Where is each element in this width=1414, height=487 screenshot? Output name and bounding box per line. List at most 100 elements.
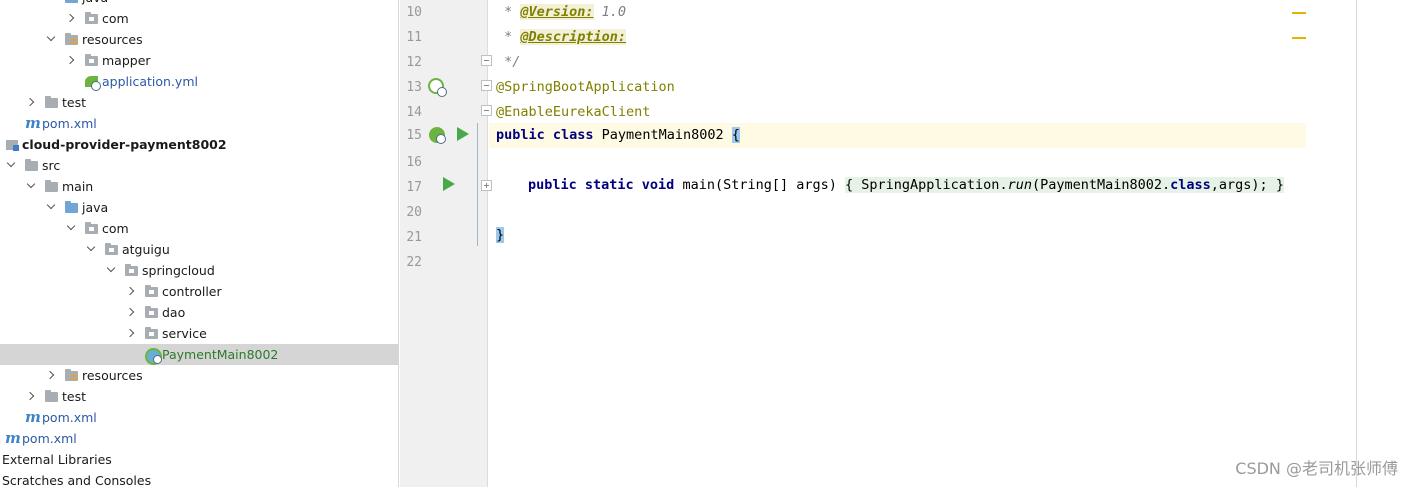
code-line-10[interactable]: * @Version: 1.0 (496, 0, 626, 25)
code-line-11[interactable]: * @Description: (496, 25, 627, 50)
tree-item-label: main (62, 179, 94, 194)
tree-item-label: Scratches and Consoles (2, 473, 152, 487)
chevron-right-icon[interactable] (24, 386, 38, 407)
tree-item-test-2[interactable]: test (0, 386, 398, 407)
tree-item-atguigu[interactable]: atguigu (0, 239, 398, 260)
tree-item-pom-xml-2[interactable]: m pom.xml (0, 407, 398, 428)
brace-match: } (496, 227, 505, 243)
tree-item-label: atguigu (122, 242, 170, 257)
tree-item-label: springcloud (142, 263, 215, 278)
tree-item-label: resources (82, 32, 143, 47)
tree-item-module[interactable]: cloud-provider-payment8002 (0, 134, 398, 155)
comment-text: * (496, 29, 521, 45)
chevron-down-icon[interactable] (44, 29, 58, 50)
chevron-down-icon[interactable] (64, 218, 78, 239)
brace-match: { (731, 127, 740, 143)
keyword: class (1170, 177, 1211, 193)
tree-item-com[interactable]: com (0, 8, 398, 29)
chevron-down-icon[interactable] (84, 239, 98, 260)
chevron-down-icon[interactable] (44, 197, 58, 218)
tree-item-label: PaymentMain8002 (162, 347, 279, 362)
spring-bean-icon[interactable] (429, 127, 446, 144)
tree-item-controller[interactable]: controller (0, 281, 398, 302)
tree-item-label: cloud-provider-payment8002 (22, 137, 227, 152)
tree-item-java[interactable]: java (0, 197, 398, 218)
chevron-down-icon[interactable] (24, 176, 38, 197)
tree-item-dao[interactable]: dao (0, 302, 398, 323)
method-signature: main(String[] args) (674, 177, 845, 193)
tree-item-label: controller (162, 284, 222, 299)
resources-folder-icon (64, 29, 80, 50)
code-line-17[interactable]: public static void main(String[] args) {… (528, 173, 1284, 198)
chevron-right-icon[interactable] (124, 323, 138, 344)
code-line-14[interactable]: @EnableEurekaClient (496, 100, 650, 125)
code-line-12[interactable]: */ (496, 50, 520, 75)
tree-item-resources-2[interactable]: resources (0, 365, 398, 386)
tree-item-label: pom.xml (22, 431, 77, 446)
watermark: CSDN @老司机张师傅 (1235, 459, 1398, 478)
fold-collapse-icon[interactable] (481, 80, 492, 91)
chevron-down-icon[interactable] (104, 260, 118, 281)
code-editor[interactable] (489, 0, 1356, 487)
spring-bean-search-icon[interactable] (428, 78, 447, 97)
chevron-right-icon[interactable] (124, 302, 138, 323)
warning-marker[interactable] (1292, 12, 1306, 14)
line-number: 11 (406, 30, 422, 45)
tree-item-pom-xml[interactable]: m pom.xml (0, 113, 398, 134)
folded-brace: { (845, 177, 854, 193)
tree-item-label: java (82, 0, 108, 8)
code-text: SpringApplication. (853, 177, 1008, 193)
tree-item-springcloud[interactable]: springcloud (0, 260, 398, 281)
chevron-right-icon[interactable] (44, 365, 58, 386)
tree-item-external-libraries[interactable]: External Libraries (0, 449, 398, 470)
tree-item-main[interactable]: main (0, 176, 398, 197)
folder-icon (44, 92, 60, 113)
line-number: 21 (406, 230, 422, 245)
tree-item-test[interactable]: test (0, 92, 398, 113)
comment-text: * (496, 4, 521, 20)
module-icon (4, 134, 20, 155)
tree-item-application-yml[interactable]: application.yml (0, 71, 398, 92)
tree-item-label: service (162, 326, 207, 341)
code-line-15[interactable]: public class PaymentMain8002 { (496, 123, 740, 148)
fold-collapse-icon[interactable] (481, 105, 492, 116)
tree-item-java-top[interactable]: java (0, 0, 398, 8)
warning-marker[interactable] (1292, 37, 1306, 39)
indent-guide (477, 123, 478, 246)
spring-boot-class-icon (144, 344, 162, 365)
tree-item-label: resources (82, 368, 143, 383)
tree-item-service[interactable]: service (0, 323, 398, 344)
tree-item-label: java (82, 200, 109, 215)
package-icon (104, 239, 120, 260)
fold-collapse-icon[interactable] (481, 55, 492, 66)
tree-item-com-2[interactable]: com (0, 218, 398, 239)
code-line-13[interactable]: @SpringBootApplication (496, 75, 675, 100)
chevron-right-icon[interactable] (64, 50, 78, 71)
tree-item-label: test (62, 95, 87, 110)
tree-item-paymentmain8002[interactable]: PaymentMain8002 (0, 344, 398, 365)
chevron-right-icon[interactable] (124, 281, 138, 302)
package-icon (124, 260, 140, 281)
tree-item-pom-xml-root[interactable]: m pom.xml (0, 428, 398, 449)
code-text: (PaymentMain8002. (1031, 177, 1171, 193)
chevron-right-icon[interactable] (24, 92, 38, 113)
chevron-right-icon[interactable] (64, 8, 78, 29)
code-line-21[interactable]: } (496, 223, 505, 248)
tree-item-mapper[interactable]: mapper (0, 50, 398, 71)
source-folder-icon (64, 0, 80, 8)
keyword: public static void (528, 177, 675, 193)
tree-item-src[interactable]: src (0, 155, 398, 176)
line-number: 20 (406, 205, 422, 220)
code-text: ,args); (1210, 177, 1276, 193)
chevron-down-icon[interactable] (4, 155, 18, 176)
fold-expand-icon[interactable] (481, 180, 492, 191)
folded-body[interactable]: SpringApplication.run(PaymentMain8002.cl… (853, 177, 1276, 193)
keyword: public class (496, 127, 594, 143)
run-gutter-icon[interactable] (457, 127, 469, 141)
tree-item-scratches[interactable]: Scratches and Consoles (0, 470, 398, 487)
run-gutter-icon[interactable] (443, 177, 455, 191)
folder-icon (84, 50, 100, 71)
tree-item-resources[interactable]: resources (0, 29, 398, 50)
line-number: 16 (406, 155, 422, 170)
package-icon (144, 323, 160, 344)
